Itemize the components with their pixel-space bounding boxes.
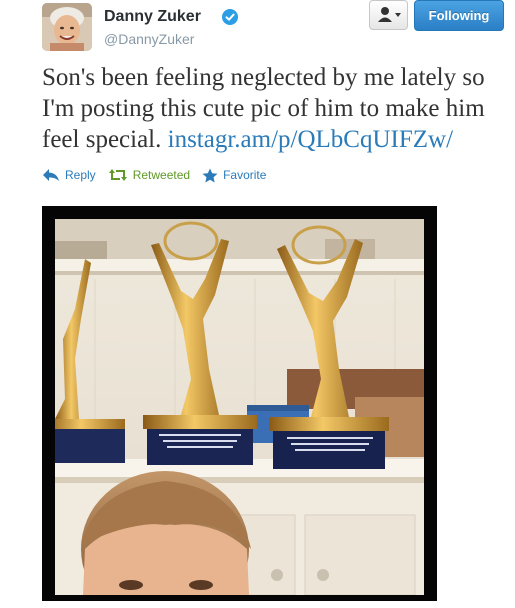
avatar[interactable] [42,3,92,51]
reply-icon [43,169,59,181]
star-icon [202,168,218,182]
tweet-actions: Reply Retweeted Favorite [42,165,278,185]
user-handle[interactable]: @DannyZuker [104,31,194,47]
reply-label: Reply [65,168,96,182]
favorite-label: Favorite [223,168,267,182]
person-icon [378,7,401,22]
chevron-down-icon [395,13,401,17]
retweet-label: Retweeted [132,168,191,182]
instagram-photo [55,219,424,595]
tweet-text: Son's been feeling neglected by me latel… [42,62,510,155]
favorite-button[interactable]: Favorite [202,168,266,183]
tweet-link[interactable]: instagr.am/p/QLbCqUIFZw/ [168,126,453,153]
tweet-photo[interactable] [42,206,437,601]
user-name[interactable]: Danny Zuker [104,8,201,26]
retweet-icon [108,169,127,181]
following-button[interactable]: Following [414,0,504,31]
reply-button[interactable]: Reply [42,168,96,182]
user-actions-button[interactable] [369,0,408,30]
retweet-button[interactable]: Retweeted [108,168,190,182]
verified-badge-icon [222,9,238,25]
